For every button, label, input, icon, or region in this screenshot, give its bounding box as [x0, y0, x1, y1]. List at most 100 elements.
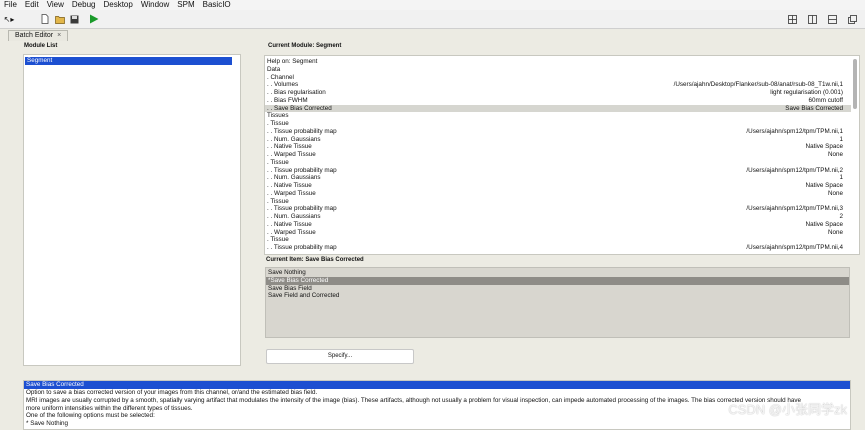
toolbar: ↖▸: [0, 10, 865, 29]
row-label: . . Native Tissue: [267, 182, 312, 189]
open-folder-icon[interactable]: [54, 13, 66, 25]
option-item[interactable]: Save Field and Corrected: [266, 292, 849, 300]
run-icon[interactable]: [88, 13, 100, 25]
module-tree-row[interactable]: . Tissue: [265, 236, 851, 244]
row-label: . . Tissue probability map: [267, 244, 337, 251]
row-value: 1: [839, 135, 843, 143]
module-tree-row[interactable]: . Channel: [265, 74, 851, 82]
layout-rows-icon[interactable]: [826, 13, 838, 25]
module-tree-row[interactable]: Help on: Segment: [265, 58, 851, 66]
row-label: . Channel: [267, 73, 294, 81]
tab-label: Batch Editor: [15, 32, 54, 39]
row-label: . . Volumes: [267, 81, 299, 89]
current-module-heading: Current Module: Segment: [268, 43, 342, 49]
row-label: . Tissue: [267, 197, 289, 205]
row-label: . . Num. Gaussians: [267, 135, 321, 143]
watermark: CSDN @小张同学zk: [728, 402, 847, 417]
tab-batch-editor[interactable]: Batch Editor ×: [8, 30, 69, 41]
menu-item-desktop[interactable]: Desktop: [99, 0, 136, 10]
module-tree-row[interactable]: . . Warped Tissue None: [265, 151, 851, 159]
module-tree-row[interactable]: . Tissue: [265, 120, 851, 128]
new-file-icon[interactable]: [40, 13, 50, 25]
module-tree-row[interactable]: . . Bias FWHM 60mm cutoff: [265, 97, 851, 105]
module-tree-row[interactable]: . . Save Bias Corrected Save Bias Correct…: [265, 104, 851, 113]
module-tree-row[interactable]: . Tissue: [265, 159, 851, 167]
row-value: None: [827, 189, 843, 197]
module-tree-row[interactable]: Tissues: [265, 112, 851, 120]
row-label: . . Native Tissue: [267, 220, 312, 228]
row-value: /Users/ajahn/spm12/tpm/TPM.nii,2: [746, 166, 843, 174]
module-tree-row[interactable]: . . Native Tissue Native Space: [265, 143, 851, 151]
module-tree-row[interactable]: . . Num. Gaussians 1: [265, 174, 851, 182]
row-label: . . Save Bias Corrected: [267, 104, 332, 112]
row-value: light regularisation (0.001): [770, 89, 843, 96]
layout-grid-icon[interactable]: [786, 13, 798, 25]
row-label: . . Bias FWHM: [267, 96, 308, 104]
module-tree-row[interactable]: . . Num. Gaussians 1: [265, 136, 851, 144]
row-label: . . Native Tissue: [267, 143, 312, 151]
module-list-item-segment[interactable]: Segment: [25, 57, 232, 65]
module-tree-row[interactable]: . . Tissue probability map/Users/ajahn/s…: [265, 167, 851, 175]
help-text-line: * Save Nothing: [26, 420, 69, 428]
row-value: 60mm cutoff: [808, 96, 843, 104]
module-tree-row[interactable]: Data: [265, 66, 851, 74]
module-tree-row[interactable]: . . Tissue probability map/Users/ajahn/s…: [265, 128, 851, 136]
help-text-line: more uniform intensities within the diff…: [26, 404, 193, 412]
row-value: Save Bias Corrected: [785, 104, 843, 112]
row-label: . Tissue: [267, 120, 289, 127]
specify-button[interactable]: Specify...: [266, 349, 414, 364]
module-tree-row[interactable]: . . Tissue probability map/Users/ajahn/s…: [265, 244, 851, 252]
option-item[interactable]: Save Nothing: [266, 269, 849, 277]
option-item[interactable]: Save Bias Field: [266, 285, 849, 293]
row-value: None: [827, 228, 843, 236]
module-tree-row[interactable]: . . Bias regularisation light regularisat…: [265, 89, 851, 97]
help-text-line: MRI images are usually corrupted by a sm…: [26, 396, 802, 404]
module-tree-row[interactable]: . . Warped Tissue None: [265, 229, 851, 237]
module-tree-row[interactable]: . . Tissue probability map/Users/ajahn/s…: [265, 205, 851, 213]
menu-item-basicio[interactable]: BasicIO: [199, 0, 235, 10]
row-label: . . Num. Gaussians: [267, 174, 321, 182]
row-value: Native Space: [805, 220, 843, 228]
row-value: /Users/ajahn/Desktop/Flanker/sub-08/anat…: [673, 81, 843, 89]
row-label: . . Warped Tissue: [267, 189, 316, 197]
menu-item-debug[interactable]: Debug: [68, 0, 100, 10]
help-panel: Save Bias Corrected Option to save a bia…: [23, 380, 851, 430]
module-tree-row[interactable]: . Tissue: [265, 198, 851, 206]
row-value: /Users/ajahn/spm12/tpm/TPM.nii,4: [746, 244, 843, 251]
row-label: . . Bias regularisation: [267, 89, 326, 96]
row-label: Data: [267, 65, 281, 73]
module-tree-row[interactable]: . . Num. Gaussians 2: [265, 213, 851, 221]
close-icon[interactable]: ×: [57, 32, 61, 39]
row-value: /Users/ajahn/spm12/tpm/TPM.nii,3: [746, 205, 843, 213]
menu-item-view[interactable]: View: [43, 0, 68, 10]
module-list[interactable]: Segment: [23, 54, 241, 366]
module-tree-row[interactable]: . . Native Tissue Native Space: [265, 221, 851, 229]
menu-item-window[interactable]: Window: [137, 0, 173, 10]
current-item-heading: Current Item: Save Bias Corrected: [266, 257, 364, 263]
undock-icon[interactable]: [846, 13, 858, 25]
module-tree-row[interactable]: . . Native Tissue Native Space: [265, 182, 851, 190]
row-value: Native Space: [805, 143, 843, 151]
row-label: . Tissue: [267, 158, 289, 166]
module-tree-row[interactable]: . . Warped Tissue None: [265, 190, 851, 198]
row-value: 2: [839, 213, 843, 220]
module-list-heading: Module List: [24, 43, 58, 49]
row-label: . . Tissue probability map: [267, 166, 337, 174]
current-module-tree[interactable]: Help on: Segment Data. Channel. . Volumes…: [264, 55, 860, 255]
row-label: Tissues: [267, 112, 289, 120]
row-label: . Tissue: [267, 236, 289, 244]
help-text-line: Option to save a bias corrected version …: [26, 389, 318, 396]
option-item[interactable]: *Save Bias Corrected: [266, 276, 849, 285]
module-tree-row[interactable]: . . Volumes/Users/ajahn/Desktop/Flanker/…: [265, 81, 851, 89]
current-item-options[interactable]: Save Nothing *Save Bias Corrected Save Bia…: [265, 267, 850, 338]
save-icon[interactable]: [69, 13, 80, 25]
layout-columns-icon[interactable]: [806, 13, 818, 25]
row-label: Help on: Segment: [267, 58, 318, 65]
menu-item-edit[interactable]: Edit: [21, 0, 43, 10]
menu-bar: File Edit View Debug Desktop Window SPM BasicIO: [0, 0, 865, 10]
menu-item-file[interactable]: File: [0, 0, 21, 10]
row-value: /Users/ajahn/spm12/tpm/TPM.nii,1: [746, 127, 843, 135]
vertical-scrollbar[interactable]: [853, 59, 857, 109]
menu-item-spm[interactable]: SPM: [173, 0, 198, 10]
undo-redo-icon[interactable]: ↖▸: [2, 13, 16, 25]
